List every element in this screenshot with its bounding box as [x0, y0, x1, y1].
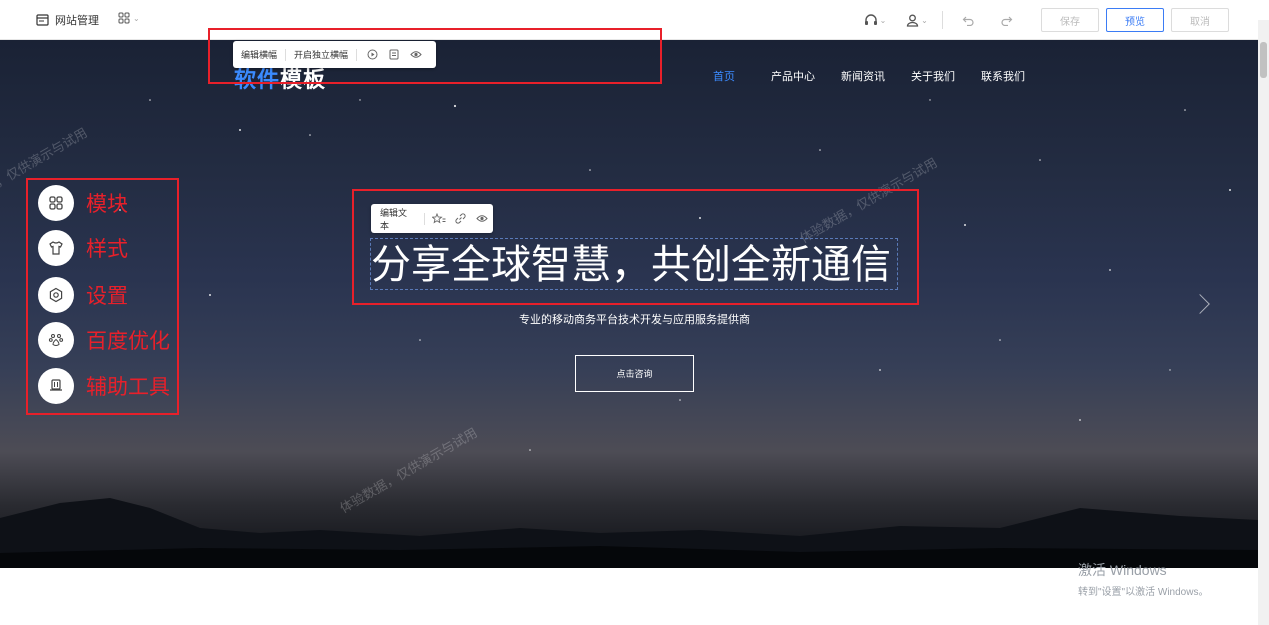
side-item-settings[interactable]: 设置	[38, 277, 128, 313]
headset-icon	[864, 13, 877, 25]
side-item-style[interactable]: 样式	[38, 230, 128, 266]
preview-button[interactable]: 预览	[1106, 8, 1164, 32]
site-manage-label: 网站管理	[55, 15, 99, 27]
cancel-button[interactable]: 取消	[1171, 8, 1229, 32]
undo-button[interactable]	[953, 8, 983, 32]
page-scrollbar[interactable]	[1258, 20, 1269, 625]
nav-item-products[interactable]: 产品中心	[771, 68, 815, 84]
toolbar-divider	[942, 11, 943, 29]
gear-icon	[38, 277, 74, 313]
consult-button[interactable]: 点击咨询	[575, 355, 694, 392]
annotation-box-headline	[352, 189, 919, 305]
side-item-label: 辅助工具	[86, 376, 170, 399]
save-button[interactable]: 保存	[1041, 8, 1099, 32]
windows-activation-title: 激活 Windows	[1078, 562, 1167, 578]
mountain-silhouette	[0, 498, 1258, 568]
side-item-label: 百度优化	[86, 330, 170, 353]
redo-button[interactable]	[991, 8, 1021, 32]
user-icon	[906, 14, 919, 27]
side-item-modules[interactable]: 模块	[38, 185, 128, 221]
nav-item-home[interactable]: 首页	[713, 68, 735, 84]
annotation-box-banner-toolbar	[208, 28, 662, 84]
chevron-down-icon: ⌄	[921, 15, 928, 25]
windows-activation-subtitle: 转到"设置"以激活 Windows。	[1078, 587, 1209, 598]
apps-menu[interactable]: ⌄	[118, 12, 140, 24]
side-item-label: 样式	[86, 238, 128, 261]
scrollbar-thumb[interactable]	[1260, 42, 1267, 78]
site-manage-icon	[36, 14, 49, 26]
nav-item-news[interactable]: 新闻资讯	[841, 68, 885, 84]
toolkit-icon	[38, 368, 74, 404]
side-item-tools[interactable]: 辅助工具	[38, 368, 170, 404]
hero-subtitle[interactable]: 专业的移动商务平台技术开发与应用服务提供商	[0, 311, 1258, 327]
baidu-paw-icon	[38, 322, 74, 358]
shirt-icon	[38, 230, 74, 266]
support-menu[interactable]: ⌄	[860, 8, 890, 32]
windows-activation-notice: 激活 Windows 转到"设置"以激活 Windows。	[1078, 560, 1208, 598]
side-item-baidu-seo[interactable]: 百度优化	[38, 322, 170, 358]
side-item-label: 设置	[86, 285, 128, 308]
apps-grid-icon	[118, 12, 130, 24]
chevron-down-icon: ⌄	[133, 13, 140, 23]
site-nav: 首页 产品中心 新闻资讯 关于我们 联系我们	[713, 68, 1051, 84]
side-item-label: 模块	[86, 193, 128, 216]
account-menu[interactable]: ⌄	[902, 8, 932, 32]
site-manage-menu[interactable]: 网站管理	[36, 12, 99, 28]
modules-icon	[38, 185, 74, 221]
redo-icon	[1000, 16, 1012, 26]
nav-item-about[interactable]: 关于我们	[911, 68, 955, 84]
chevron-down-icon: ⌄	[879, 15, 887, 25]
undo-icon	[962, 16, 974, 26]
side-tool-menu: 模块 样式 设置 百度优化 辅助工具	[26, 178, 179, 415]
nav-item-contact[interactable]: 联系我们	[981, 68, 1025, 84]
